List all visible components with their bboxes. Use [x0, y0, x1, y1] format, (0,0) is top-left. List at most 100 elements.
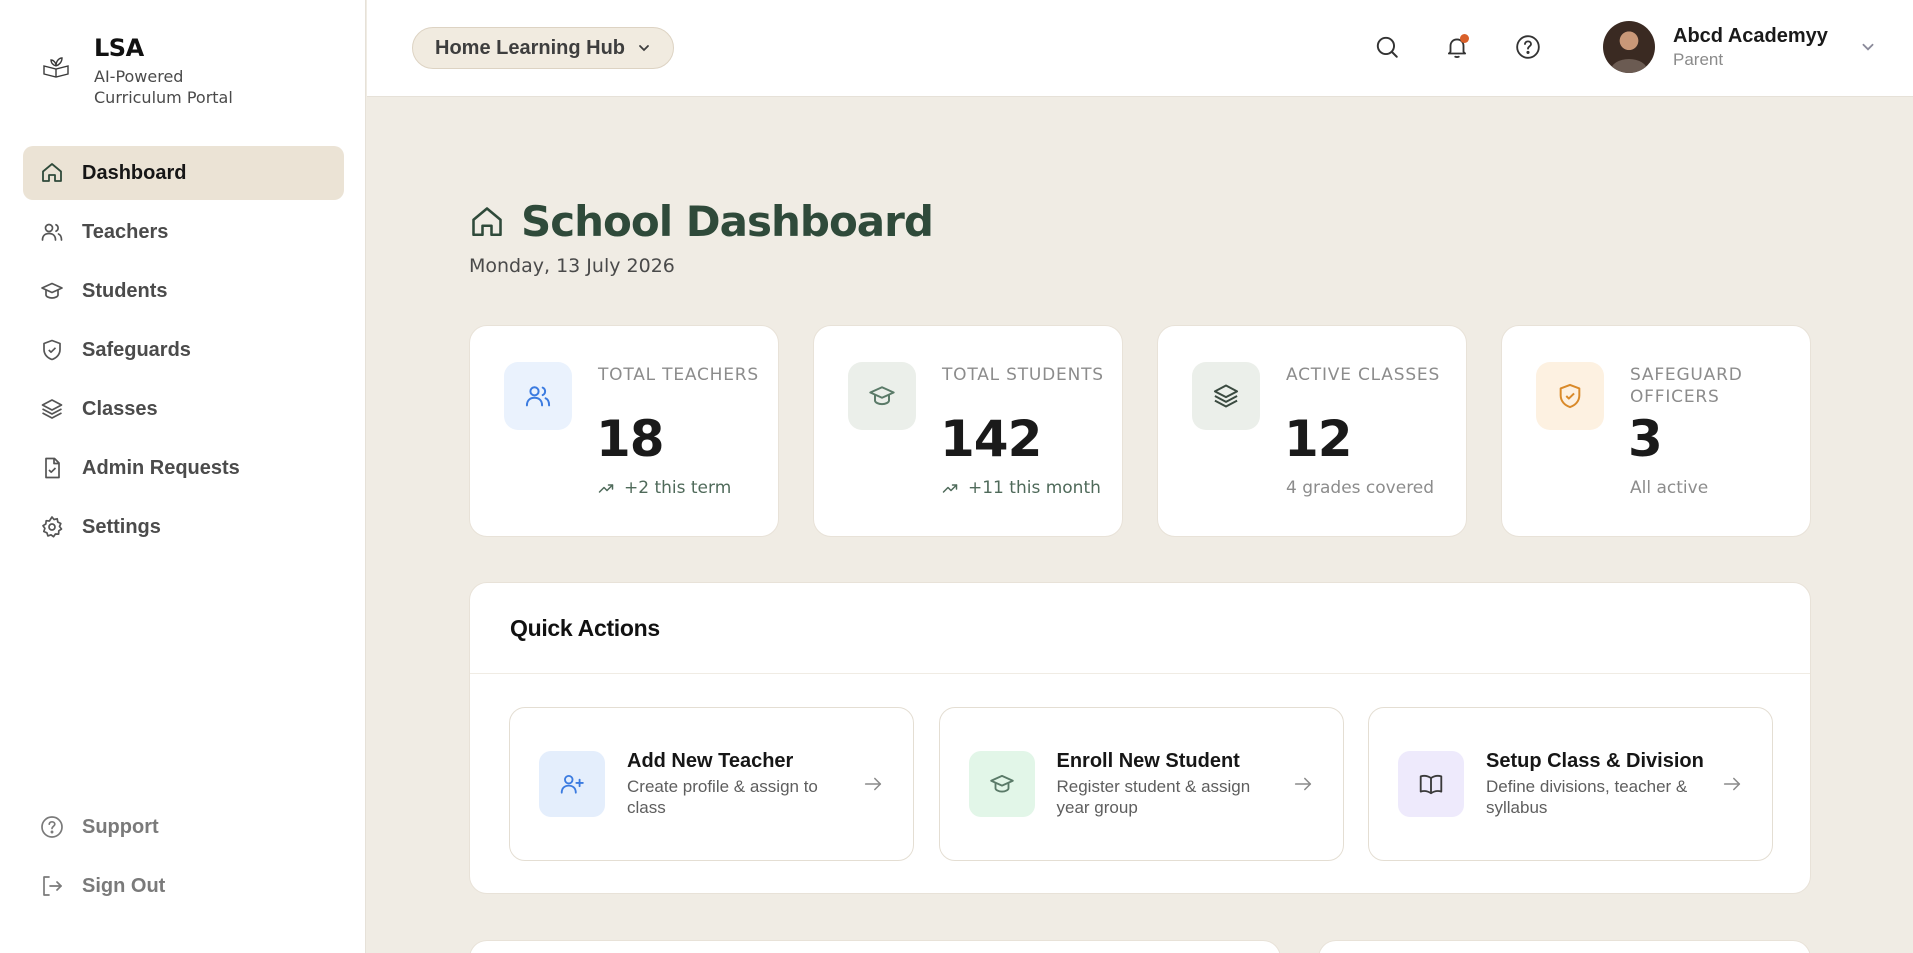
profile-role: Parent — [1673, 49, 1724, 69]
quick-actions-header: Quick Actions — [470, 583, 1810, 674]
help-button[interactable] — [1513, 32, 1543, 62]
sidebar-item-label: Dashboard — [82, 161, 187, 184]
stat-icon-box — [1536, 362, 1604, 430]
action-description: Define divisions, teacher & syllabus — [1486, 777, 1688, 817]
sidebar-item-label: Students — [82, 279, 168, 302]
action-description: Register student & assign year group — [1056, 777, 1251, 817]
trending-up-icon — [942, 484, 958, 493]
action-icon-box — [539, 751, 605, 817]
stat-subtext: 4 grades covered — [1286, 478, 1435, 498]
chevron-down-icon — [639, 45, 649, 52]
stat-trend: +11 this month — [942, 478, 1101, 498]
sidebar-item-safeguards[interactable]: Safeguards — [23, 323, 344, 377]
sidebar-nav: Dashboard Teachers Students Safeguards C… — [23, 146, 344, 559]
add-teacher-action[interactable]: Add New Teacher Create profile & assign … — [509, 707, 914, 861]
brand-title: LSA — [94, 34, 144, 62]
graduation-cap-icon — [40, 279, 64, 303]
trending-up-icon — [598, 484, 614, 493]
stat-value: 12 — [1284, 410, 1353, 468]
quick-actions-panel: Quick Actions Add New Teacher Create pro… — [469, 582, 1811, 894]
action-description: Create profile & assign to class — [627, 777, 818, 817]
sidebar-item-support[interactable]: Support — [23, 800, 344, 854]
arrow-right-icon — [1294, 777, 1311, 791]
chevron-down-icon — [1862, 43, 1874, 51]
sidebar-item-sign-out[interactable]: Sign Out — [23, 859, 344, 913]
stat-subtext: All active — [1630, 478, 1709, 498]
home-icon — [472, 206, 502, 236]
brand-subtitle: AI-Powered Curriculum Portal — [94, 67, 233, 107]
sidebar-item-teachers[interactable]: Teachers — [23, 205, 344, 259]
action-title: Add New Teacher — [627, 750, 794, 772]
log-out-icon — [40, 874, 64, 898]
shield-check-icon — [1559, 383, 1581, 409]
sidebar-item-label: Admin Requests — [82, 456, 240, 479]
gear-icon — [40, 515, 64, 539]
users-icon — [525, 386, 551, 407]
sidebar-item-settings[interactable]: Settings — [23, 500, 344, 554]
sidebar-item-label: Settings — [82, 515, 161, 538]
brand[interactable]: LSA AI-Powered Curriculum Portal — [40, 34, 254, 108]
search-icon — [1376, 36, 1398, 58]
layers-icon — [1213, 384, 1239, 408]
stat-trend: +2 this term — [598, 478, 731, 498]
sidebar-item-students[interactable]: Students — [23, 264, 344, 318]
stat-card-students[interactable]: Total Students 142 +11 this month — [813, 325, 1123, 537]
stat-value: 18 — [596, 410, 665, 468]
graduation-cap-icon — [869, 386, 895, 406]
notifications-button[interactable] — [1442, 32, 1472, 62]
book-open-icon — [1419, 774, 1443, 795]
stat-label: Total Teachers — [598, 365, 759, 385]
sidebar-item-classes[interactable]: Classes — [23, 382, 344, 436]
stat-label: Active Classes — [1286, 365, 1441, 385]
topbar: Home Learning Hub Abcd Academyy Parent — [367, 0, 1913, 97]
action-title: Enroll New Student — [1056, 750, 1240, 772]
enroll-student-action[interactable]: Enroll New Student Register student & as… — [938, 707, 1344, 861]
file-check-icon — [40, 456, 64, 480]
search-button[interactable] — [1372, 32, 1402, 62]
stat-subtext: +2 this term — [624, 478, 732, 498]
bottom-panel-right — [1318, 940, 1811, 953]
profile-name: Abcd Academyy — [1673, 24, 1828, 47]
sidebar-item-admin-requests[interactable]: Admin Requests — [23, 441, 344, 495]
help-circle-icon — [40, 815, 64, 839]
stat-value: 142 — [940, 410, 1042, 468]
page-date: Monday, 13 July 2026 — [469, 255, 675, 277]
stat-subtext: +11 this month — [968, 478, 1101, 498]
stat-label: Total Students — [942, 365, 1104, 385]
stat-card-classes[interactable]: Active Classes 12 4 grades covered — [1157, 325, 1467, 537]
page-title: School Dashboard — [521, 197, 934, 246]
stat-card-safeguard-officers[interactable]: Safeguard Officers 3 All active — [1501, 325, 1811, 537]
book-plant-logo-icon — [43, 57, 69, 78]
sidebar-item-label: Safeguards — [82, 338, 191, 361]
hub-selector-label: Home Learning Hub — [435, 36, 626, 59]
action-icon-box — [1398, 751, 1464, 817]
bottom-panel-left — [469, 940, 1281, 953]
arrow-right-icon — [1723, 777, 1741, 791]
graduation-cap-icon — [989, 774, 1014, 793]
layers-icon — [40, 397, 64, 421]
notification-badge — [1460, 34, 1469, 43]
setup-class-action[interactable]: Setup Class & Division Define divisions,… — [1368, 707, 1773, 861]
user-plus-icon — [560, 774, 584, 794]
home-icon — [40, 161, 64, 185]
profile-menu[interactable]: Abcd Academyy Parent — [1603, 21, 1876, 73]
sidebar-item-label: Teachers — [82, 220, 169, 243]
stat-value: 3 — [1628, 410, 1663, 468]
stats-row: Total Teachers 18 +2 this term Total Stu… — [469, 325, 1811, 537]
action-icon-box — [968, 751, 1035, 817]
stat-card-teachers[interactable]: Total Teachers 18 +2 this term — [469, 325, 779, 537]
shield-check-icon — [40, 338, 64, 362]
stat-icon-box — [1192, 362, 1260, 430]
stat-icon-box — [504, 362, 572, 430]
stat-label: Safeguard Officers — [1630, 365, 1743, 407]
sidebar-item-dashboard[interactable]: Dashboard — [23, 146, 344, 200]
sidebar-bottom: Support Sign Out — [23, 800, 344, 918]
hub-selector-button[interactable]: Home Learning Hub — [412, 27, 675, 69]
sidebar-item-label: Sign Out — [82, 874, 166, 897]
avatar — [1603, 21, 1655, 73]
action-title: Setup Class & Division — [1486, 750, 1704, 772]
sidebar: LSA AI-Powered Curriculum Portal Dashboa… — [0, 0, 366, 953]
sidebar-item-label: Support — [82, 815, 159, 838]
quick-actions-title: Quick Actions — [510, 614, 660, 641]
sidebar-item-label: Classes — [82, 397, 158, 420]
